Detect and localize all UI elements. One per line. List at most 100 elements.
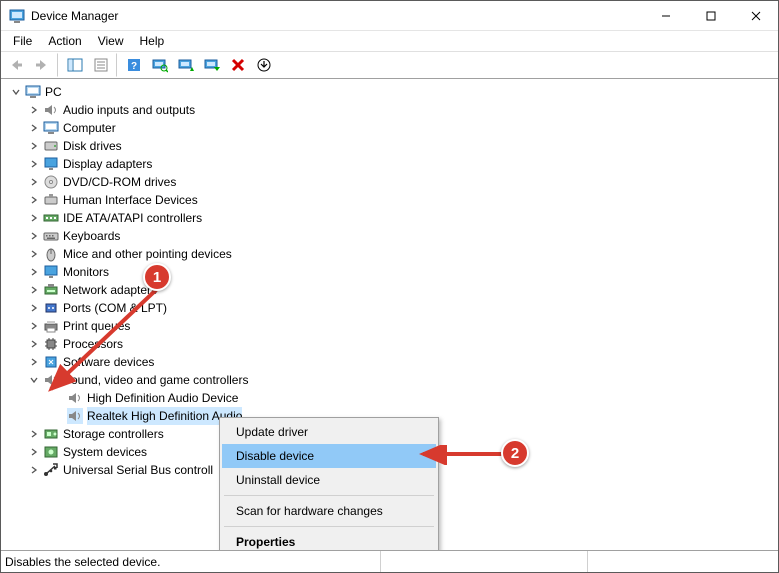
maximize-button[interactable] <box>688 1 733 30</box>
tree-leaf-label: High Definition Audio Device <box>87 389 238 407</box>
status-cell <box>588 551 778 572</box>
chevron-right-icon[interactable] <box>27 283 41 297</box>
status-text: Disables the selected device. <box>1 551 381 572</box>
chevron-right-icon[interactable] <box>27 139 41 153</box>
ctx-scan-hardware[interactable]: Scan for hardware changes <box>222 499 436 523</box>
device-tree-pane[interactable]: PC Audio inputs and outputsComputerDisk … <box>1 79 778 550</box>
device-category-icon <box>43 336 59 352</box>
tree-node[interactable]: Software devices <box>7 353 778 371</box>
tree-node[interactable]: Display adapters <box>7 155 778 173</box>
device-category-icon <box>43 210 59 226</box>
toolbar-extra-button[interactable] <box>252 53 276 77</box>
ctx-disable-device[interactable]: Disable device <box>222 444 436 468</box>
tree-node-sound[interactable]: Sound, video and game controllers <box>7 371 778 389</box>
ctx-update-driver[interactable]: Update driver <box>222 420 436 444</box>
chevron-right-icon[interactable] <box>27 103 41 117</box>
menubar: File Action View Help <box>1 31 778 51</box>
tree-node[interactable]: Mice and other pointing devices <box>7 245 778 263</box>
tree-leaf-hd-audio[interactable]: High Definition Audio Device <box>7 389 778 407</box>
separator <box>224 495 434 496</box>
statusbar: Disables the selected device. <box>1 550 778 572</box>
chevron-right-icon[interactable] <box>27 193 41 207</box>
tree-node[interactable]: IDE ATA/ATAPI controllers <box>7 209 778 227</box>
chevron-right-icon[interactable] <box>27 463 41 477</box>
help-button[interactable]: ? <box>122 53 146 77</box>
device-category-icon <box>43 354 59 370</box>
chevron-down-icon[interactable] <box>9 85 23 99</box>
scan-hardware-button[interactable] <box>148 53 172 77</box>
status-cell <box>381 551 588 572</box>
chevron-down-icon[interactable] <box>27 373 41 387</box>
tree-node[interactable]: Network adapters <box>7 281 778 299</box>
tree-node[interactable]: Keyboards <box>7 227 778 245</box>
chevron-right-icon[interactable] <box>27 337 41 351</box>
tree-node-label: Display adapters <box>63 155 152 173</box>
tree-node-label: Keyboards <box>63 227 120 245</box>
device-category-icon <box>43 192 59 208</box>
device-category-icon <box>43 282 59 298</box>
ctx-uninstall-device[interactable]: Uninstall device <box>222 468 436 492</box>
tree-node-label: Ports (COM & LPT) <box>63 299 167 317</box>
device-manager-window: Device Manager File Action View Help ? P… <box>0 0 779 573</box>
show-hide-tree-button[interactable] <box>63 53 87 77</box>
chevron-right-icon[interactable] <box>27 301 41 315</box>
device-category-icon <box>43 138 59 154</box>
chevron-right-icon[interactable] <box>27 355 41 369</box>
tree-node[interactable]: Monitors <box>7 263 778 281</box>
device-category-icon <box>43 462 59 478</box>
uninstall-device-button[interactable] <box>226 53 250 77</box>
device-category-icon <box>43 228 59 244</box>
chevron-right-icon[interactable] <box>27 265 41 279</box>
chevron-right-icon[interactable] <box>27 247 41 261</box>
chevron-right-icon[interactable] <box>27 427 41 441</box>
ctx-properties[interactable]: Properties <box>222 530 436 550</box>
tree-node[interactable]: Computer <box>7 119 778 137</box>
back-button[interactable] <box>4 53 28 77</box>
menu-file[interactable]: File <box>5 32 40 50</box>
chevron-right-icon[interactable] <box>27 121 41 135</box>
chevron-right-icon[interactable] <box>27 211 41 225</box>
tree-root[interactable]: PC <box>7 83 778 101</box>
tree-node[interactable]: Audio inputs and outputs <box>7 101 778 119</box>
annotation-badge-2: 2 <box>501 439 529 467</box>
device-category-icon <box>43 264 59 280</box>
tree-node-label: Universal Serial Bus controll <box>63 461 213 479</box>
minimize-button[interactable] <box>643 1 688 30</box>
tree-node-label: Print queues <box>63 317 130 335</box>
tree-node-label: Audio inputs and outputs <box>63 101 195 119</box>
chevron-right-icon[interactable] <box>27 319 41 333</box>
tree-node[interactable]: DVD/CD-ROM drives <box>7 173 778 191</box>
update-driver-button[interactable] <box>174 53 198 77</box>
chevron-right-icon[interactable] <box>27 175 41 189</box>
tree-node-label: Mice and other pointing devices <box>63 245 232 263</box>
tree-node[interactable]: Human Interface Devices <box>7 191 778 209</box>
tree-node[interactable]: Disk drives <box>7 137 778 155</box>
computer-icon <box>25 84 41 100</box>
close-button[interactable] <box>733 1 778 30</box>
disable-device-button[interactable] <box>200 53 224 77</box>
chevron-right-icon[interactable] <box>27 229 41 243</box>
chevron-right-icon[interactable] <box>27 157 41 171</box>
menu-help[interactable]: Help <box>132 32 173 50</box>
tree-node-label: Storage controllers <box>63 425 164 443</box>
context-menu: Update driver Disable device Uninstall d… <box>219 417 439 550</box>
chevron-right-icon[interactable] <box>27 445 41 459</box>
annotation-badge-1: 1 <box>143 263 171 291</box>
menu-view[interactable]: View <box>90 32 132 50</box>
menu-action[interactable]: Action <box>40 32 89 50</box>
tree-node-label: Disk drives <box>63 137 122 155</box>
window-title: Device Manager <box>31 9 643 23</box>
tree-node-label: IDE ATA/ATAPI controllers <box>63 209 202 227</box>
device-category-icon <box>43 426 59 442</box>
forward-button[interactable] <box>30 53 58 77</box>
tree-node[interactable]: Processors <box>7 335 778 353</box>
tree-node[interactable]: Ports (COM & LPT) <box>7 299 778 317</box>
app-icon <box>9 8 25 24</box>
toolbar: ? <box>1 51 778 79</box>
tree-root-label: PC <box>45 83 62 101</box>
properties-button[interactable] <box>89 53 117 77</box>
tree-node-label: DVD/CD-ROM drives <box>63 173 176 191</box>
tree-node[interactable]: Print queues <box>7 317 778 335</box>
device-tree: PC Audio inputs and outputsComputerDisk … <box>1 79 778 483</box>
device-category-icon <box>43 444 59 460</box>
